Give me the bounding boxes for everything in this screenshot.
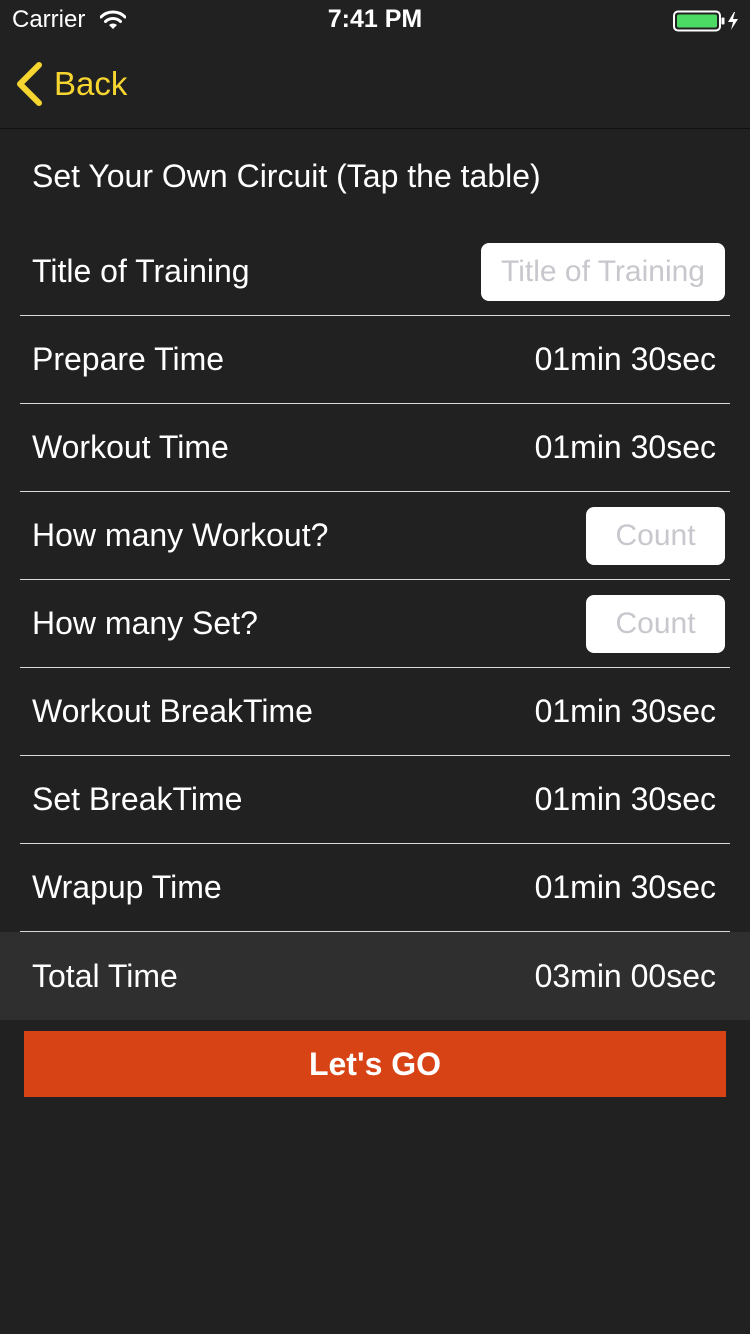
navigation-bar: Back: [0, 40, 750, 129]
row-label: Workout Time: [32, 429, 229, 465]
back-label: Back: [54, 65, 128, 102]
back-button[interactable]: Back: [14, 60, 127, 108]
prepare-time-value: 01min 30sec: [534, 341, 716, 377]
row-set-break-time[interactable]: Set BreakTime 01min 30sec: [20, 756, 730, 844]
row-set-count[interactable]: How many Set?: [20, 580, 730, 668]
workout-count-input[interactable]: [586, 506, 725, 565]
row-workout-break-time[interactable]: Workout BreakTime 01min 30sec: [20, 668, 730, 756]
status-time: 7:41 PM: [327, 5, 423, 33]
screen: Carrier 7:41 PM Back Set Your Own Circui…: [0, 0, 750, 1334]
row-wrapup-time[interactable]: Wrapup Time 01min 30sec: [20, 844, 730, 932]
row-label: How many Set?: [32, 605, 258, 641]
status-bar: Carrier 7:41 PM: [0, 0, 750, 40]
settings-table: Title of Training Prepare Time 01min 30s…: [0, 228, 750, 1020]
lets-go-button[interactable]: Let's GO: [24, 1031, 726, 1097]
row-label: Wrapup Time: [32, 869, 222, 905]
workout-time-value: 01min 30sec: [534, 429, 716, 465]
battery-charging-icon: [673, 10, 738, 32]
row-label: Prepare Time: [32, 341, 225, 377]
total-time-label: Total Time: [32, 957, 178, 994]
total-time-value: 03min 00sec: [534, 957, 716, 994]
row-workout-time[interactable]: Workout Time 01min 30sec: [20, 404, 730, 492]
workout-break-time-value: 01min 30sec: [534, 693, 716, 729]
section-header: Set Your Own Circuit (Tap the table): [32, 158, 541, 194]
row-workout-count[interactable]: How many Workout?: [20, 492, 730, 580]
chevron-left-icon: [17, 62, 42, 106]
row-prepare-time[interactable]: Prepare Time 01min 30sec: [20, 316, 730, 404]
row-label: How many Workout?: [32, 517, 329, 553]
row-total-time: Total Time 03min 00sec: [0, 932, 750, 1020]
row-label: Workout BreakTime: [32, 693, 313, 729]
set-break-time-value: 01min 30sec: [534, 781, 716, 817]
row-label: Title of Training: [32, 253, 250, 289]
row-label: Set BreakTime: [32, 781, 243, 817]
set-count-input[interactable]: [586, 594, 725, 653]
title-of-training-input[interactable]: [481, 242, 725, 301]
row-title-of-training[interactable]: Title of Training: [20, 228, 730, 316]
wrapup-time-value: 01min 30sec: [534, 869, 716, 905]
